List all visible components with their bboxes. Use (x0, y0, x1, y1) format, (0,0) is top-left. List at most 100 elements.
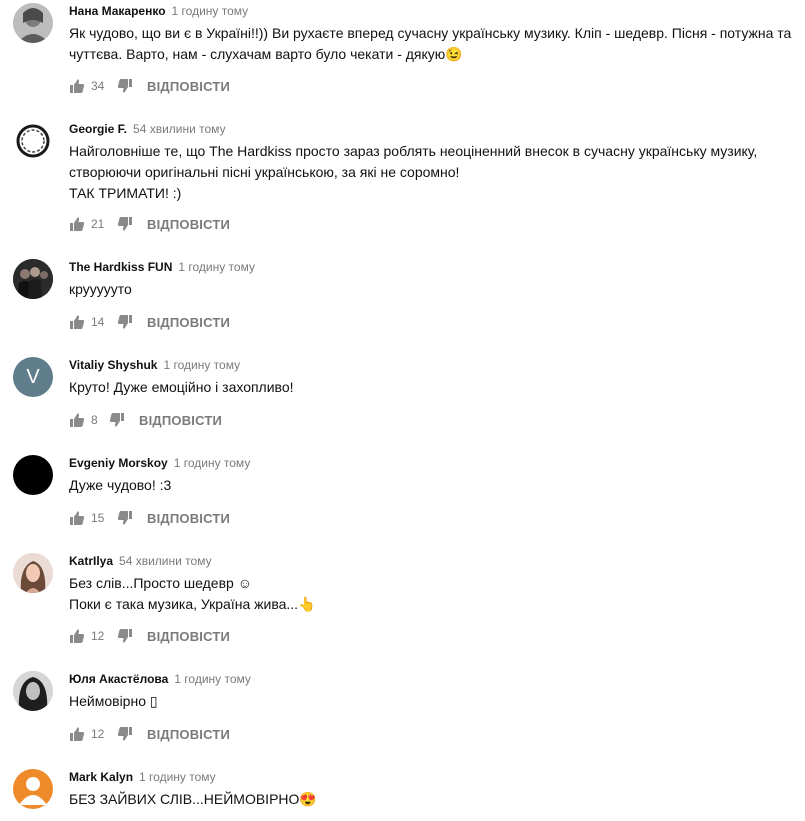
reply-button[interactable]: ВІДПОВІСТИ (147, 511, 230, 526)
thumbs-up-icon[interactable] (69, 510, 85, 526)
comment-body: The Hardkiss FUN 1 годину тому круууууто (69, 259, 799, 300)
comment-text: Найголовніше те, що The Hardkiss просто … (69, 141, 799, 204)
user-avatar[interactable] (13, 671, 53, 711)
user-avatar[interactable] (13, 259, 53, 299)
thumbs-up-icon[interactable] (69, 314, 85, 330)
comment-actions: 34 ВІДПОВІСТИ (69, 77, 230, 95)
comment-time[interactable]: 1 годину тому (163, 358, 240, 372)
comment-meta: KatrIlya 54 хвилини тому (69, 553, 799, 569)
comment-actions: 15 ВІДПОВІСТИ (69, 509, 230, 527)
comment-author[interactable]: Mark Kalyn (69, 770, 133, 784)
like-count: 8 (91, 413, 98, 427)
comment-meta: Mark Kalyn 1 годину тому (69, 769, 799, 785)
reply-button[interactable]: ВІДПОВІСТИ (147, 629, 230, 644)
ring-avatar-icon (16, 124, 50, 158)
comment-text: Дуже чудово! :3 (69, 475, 799, 496)
comment-meta: Georgie F. 54 хвилини тому (69, 121, 799, 137)
comment-text-line: Як чудово, що ви є в Україні!!)) Ви руха… (69, 25, 792, 41)
like-count: 12 (91, 727, 105, 741)
photo-avatar-icon (13, 3, 53, 43)
comment-text-line: круууууто (69, 281, 132, 297)
comment-actions: 21 ВІДПОВІСТИ (69, 215, 230, 233)
comment-text: Без слів...Просто шедевр ☺ Поки є така м… (69, 573, 799, 615)
comment-text: круууууто (69, 279, 799, 300)
comment-time[interactable]: 54 хвилини тому (119, 554, 212, 568)
comment-text-line: Неймовірно ▯ (69, 693, 158, 709)
thumbs-up-icon[interactable] (69, 628, 85, 644)
comment-text-line: Найголовніше те, що The Hardkiss просто … (69, 143, 758, 159)
reply-button[interactable]: ВІДПОВІСТИ (147, 727, 230, 742)
user-avatar[interactable] (13, 121, 53, 161)
thumbs-down-icon[interactable] (117, 628, 133, 644)
comment-text-line: ТАК ТРИМАТИ! :) (69, 185, 182, 201)
thumbs-up-icon[interactable] (69, 412, 85, 428)
comment-meta: The Hardkiss FUN 1 годину тому (69, 259, 799, 275)
user-avatar[interactable] (13, 455, 53, 495)
comment-author[interactable]: The Hardkiss FUN (69, 260, 172, 274)
comment-time[interactable]: 1 годину тому (178, 260, 255, 274)
thumbs-down-icon[interactable] (117, 216, 133, 232)
user-avatar[interactable] (13, 3, 53, 43)
user-avatar[interactable]: V (13, 357, 53, 397)
comment-actions: 12 ВІДПОВІСТИ (69, 627, 230, 645)
comment-time[interactable]: 1 годину тому (174, 672, 251, 686)
thumbs-down-icon[interactable] (117, 726, 133, 742)
comment-body: KatrIlya 54 хвилини тому Без слів...Прост… (69, 553, 799, 615)
thumbs-up-icon[interactable] (69, 78, 85, 94)
comment-text-line: Без слів...Просто шедевр ☺ (69, 575, 252, 591)
comment-time[interactable]: 1 годину тому (172, 4, 249, 18)
reply-button[interactable]: ВІДПОВІСТИ (147, 315, 230, 330)
comment-text-line: Поки є така музика, Україна жива...👆 (69, 596, 316, 612)
reply-button[interactable]: ВІДПОВІСТИ (147, 217, 230, 232)
comment-body: Юля Акастёлова 1 годину тому Неймовірно ▯ (69, 671, 799, 712)
comment-time[interactable]: 54 хвилини тому (133, 122, 226, 136)
comment-author[interactable]: Evgeniy Morskoy (69, 456, 168, 470)
avatar-letter: V (26, 365, 40, 388)
default-user-icon (19, 777, 47, 805)
reply-button[interactable]: ВІДПОВІСТИ (139, 413, 222, 428)
comment-body: Vitaliy Shyshuk 1 годину тому Круто! Дуже… (69, 357, 799, 398)
band-photo-icon (13, 259, 53, 299)
comment-text-line: створюючи оригінальні пісні українською,… (69, 164, 460, 180)
like-count: 15 (91, 511, 105, 525)
like-count: 34 (91, 79, 105, 93)
comment-actions: 14 ВІДПОВІСТИ (69, 313, 230, 331)
like-count: 14 (91, 315, 105, 329)
comment-text: БЕЗ ЗАЙВИХ СЛІВ...НЕЙМОВІРНО😍 (69, 789, 799, 810)
comment-body: Georgie F. 54 хвилини тому Найголовніше т… (69, 121, 799, 204)
comment-body: Evgeniy Morskoy 1 годину тому Дуже чудово… (69, 455, 799, 496)
like-count: 21 (91, 217, 105, 231)
comment-actions: 8 ВІДПОВІСТИ (69, 411, 222, 429)
comment-body: Mark Kalyn 1 годину тому БЕЗ ЗАЙВИХ СЛІВ.… (69, 769, 799, 810)
comment-body: Нана Макаренко 1 годину тому Як чудово, щ… (69, 3, 799, 65)
comment-author[interactable]: KatrIlya (69, 554, 113, 568)
portrait-photo-icon (13, 671, 53, 711)
user-avatar[interactable] (13, 553, 53, 593)
thumbs-down-icon[interactable] (117, 78, 133, 94)
thumbs-down-icon[interactable] (109, 412, 125, 428)
comment-meta: Evgeniy Morskoy 1 годину тому (69, 455, 799, 471)
comment-text-line: БЕЗ ЗАЙВИХ СЛІВ...НЕЙМОВІРНО😍 (69, 791, 317, 807)
comment-meta: Vitaliy Shyshuk 1 годину тому (69, 357, 799, 373)
comment-time[interactable]: 1 годину тому (174, 456, 251, 470)
thumbs-up-icon[interactable] (69, 216, 85, 232)
like-count: 12 (91, 629, 105, 643)
comment-text-line: Круто! Дуже емоційно і захопливо! (69, 379, 294, 395)
comment-text: Круто! Дуже емоційно і захопливо! (69, 377, 799, 398)
comment-meta: Нана Макаренко 1 годину тому (69, 3, 799, 19)
comment-author[interactable]: Georgie F. (69, 122, 127, 136)
comment-time[interactable]: 1 годину тому (139, 770, 216, 784)
comment-text: Як чудово, що ви є в Україні!!)) Ви руха… (69, 23, 799, 65)
thumbs-down-icon[interactable] (117, 510, 133, 526)
comment-text-line: Дуже чудово! :3 (69, 477, 172, 493)
thumbs-up-icon[interactable] (69, 726, 85, 742)
reply-button[interactable]: ВІДПОВІСТИ (147, 79, 230, 94)
user-avatar[interactable] (13, 769, 53, 809)
comment-author[interactable]: Нана Макаренко (69, 4, 166, 18)
portrait-photo-icon (13, 553, 53, 593)
comment-meta: Юля Акастёлова 1 годину тому (69, 671, 799, 687)
comment-text: Неймовірно ▯ (69, 691, 799, 712)
comment-author[interactable]: Vitaliy Shyshuk (69, 358, 157, 372)
thumbs-down-icon[interactable] (117, 314, 133, 330)
comment-author[interactable]: Юля Акастёлова (69, 672, 168, 686)
